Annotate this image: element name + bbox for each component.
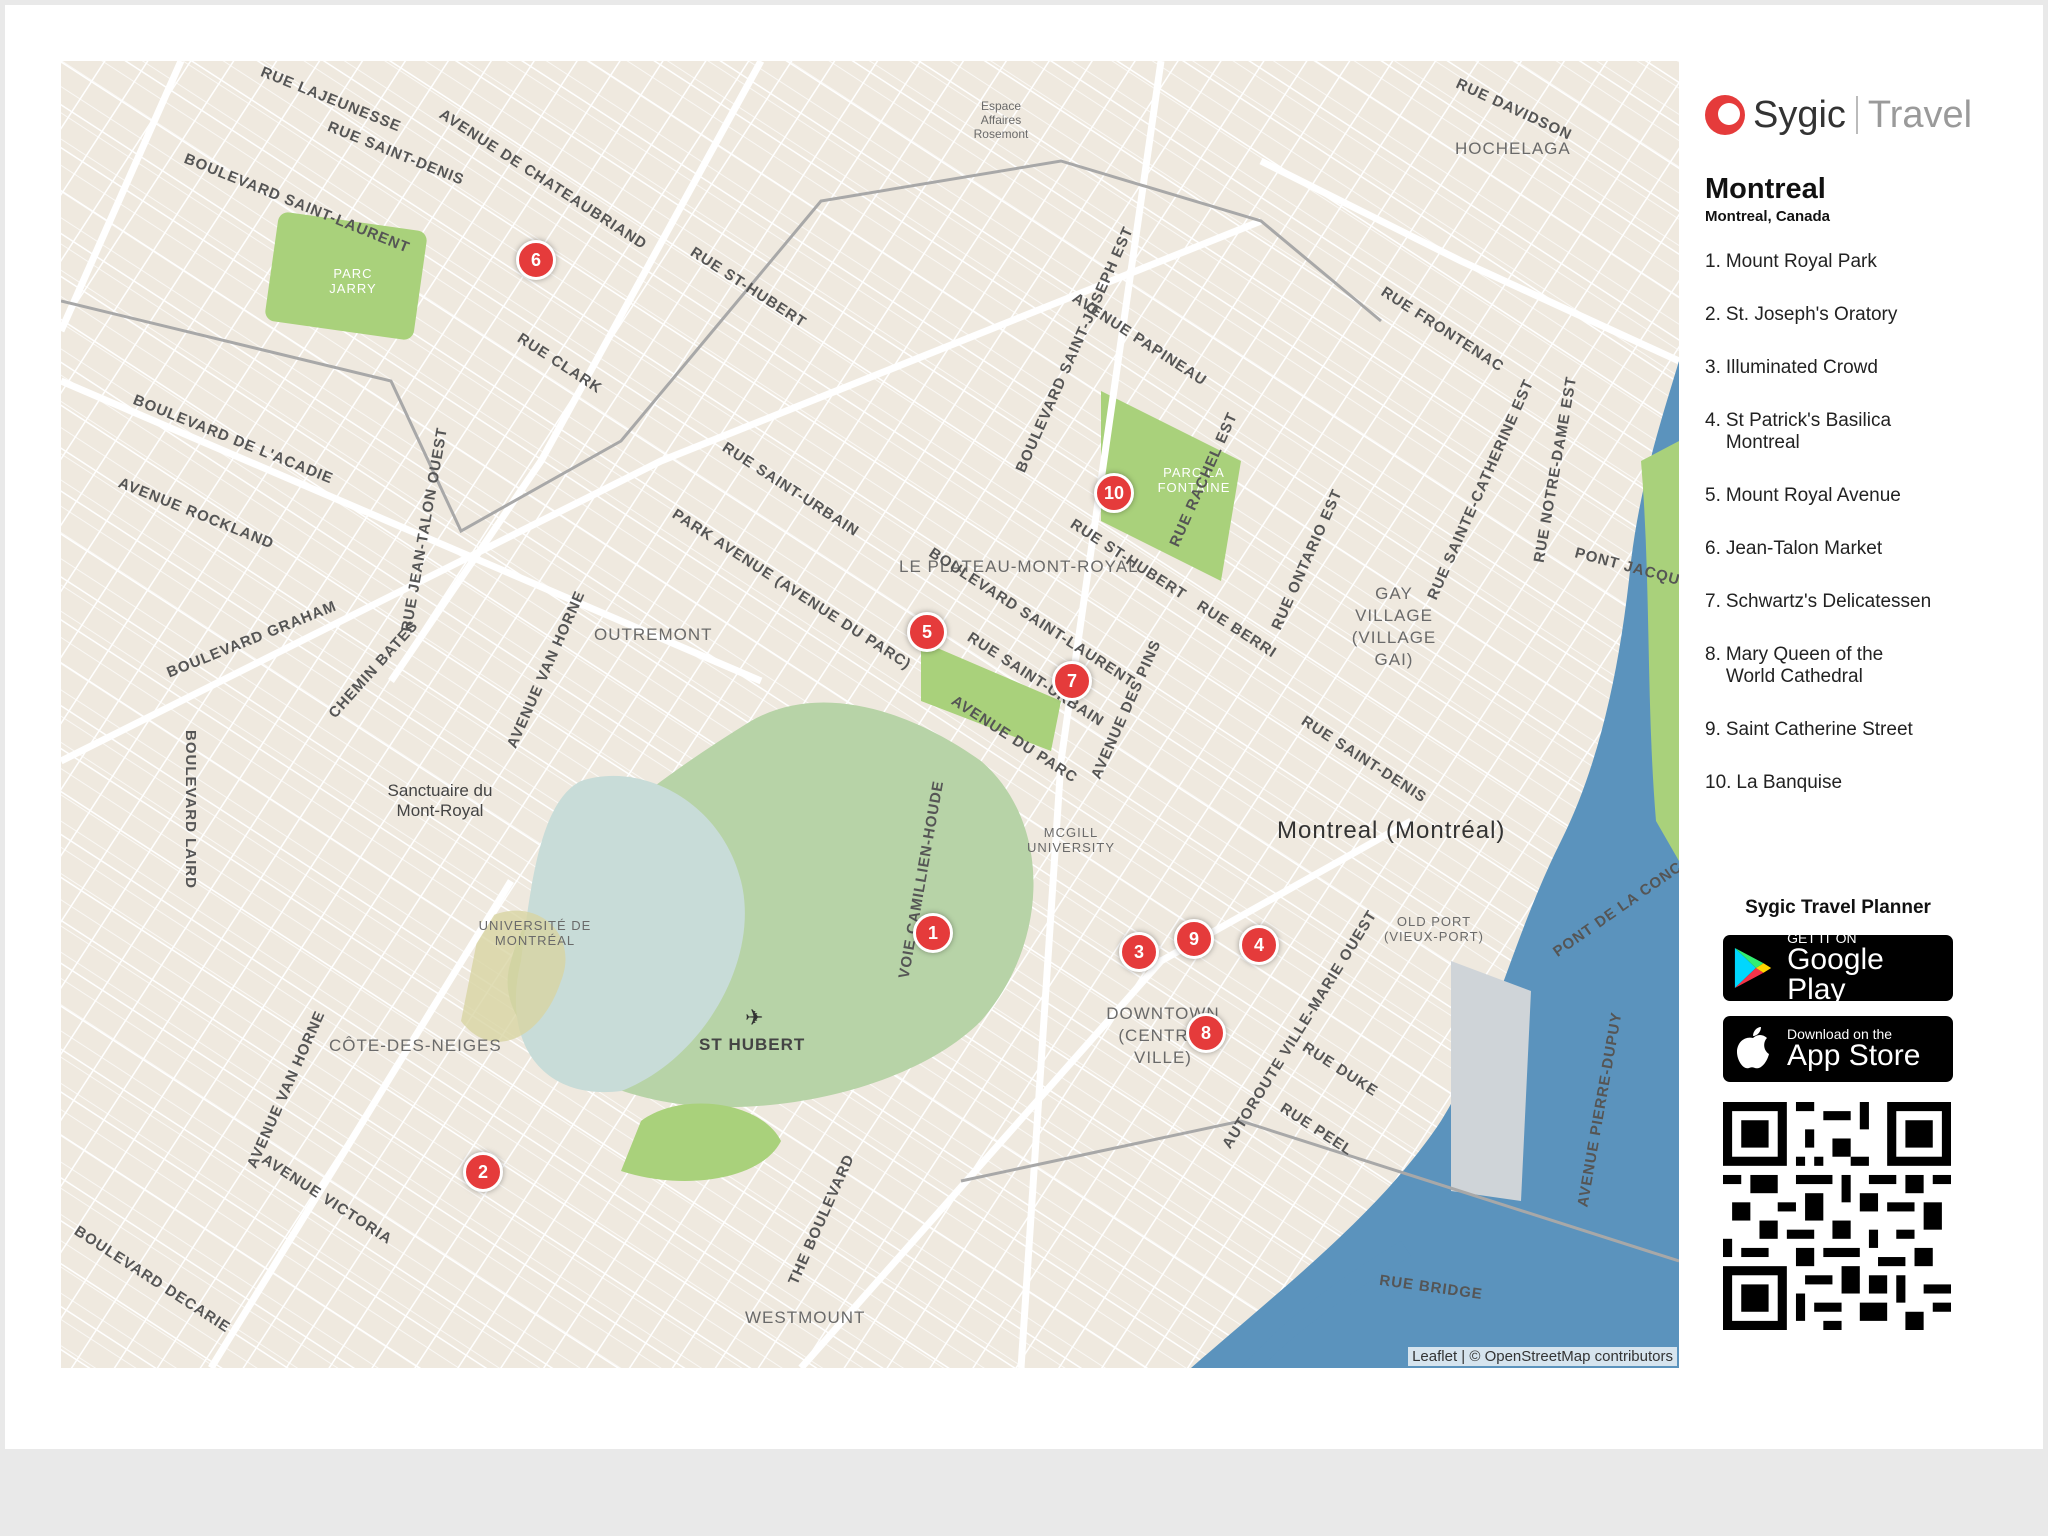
- area-label-mcgill: MCGILL UNIVERSITY: [1026, 825, 1115, 855]
- airplane-icon: ✈: [745, 1005, 764, 1030]
- poi-number: 3.: [1705, 357, 1721, 378]
- poi-marker-7[interactable]: 7: [1052, 661, 1092, 701]
- poi-list-item: 5. Mount Royal Avenue: [1705, 485, 1965, 507]
- poi-list-item: 1. Mount Royal Park: [1705, 251, 1965, 273]
- area-label-st-hubert: ST HUBERT: [699, 1035, 806, 1054]
- google-play-button[interactable]: GET IT ON Google Play: [1723, 931, 1953, 1005]
- map-base: [61, 61, 1679, 1368]
- poi-name: Illuminated Crowd: [1725, 357, 1878, 378]
- poi-marker-2[interactable]: 2: [463, 1152, 503, 1192]
- poi-name: Mary Queen of the World Cathedral: [1725, 644, 1884, 687]
- poi-marker-6[interactable]: 6: [516, 240, 556, 280]
- poi-number: 2.: [1705, 304, 1721, 325]
- poi-name: Mount Royal Park: [1725, 251, 1877, 272]
- area-label-cote-des-neiges: CÔTE-DES-NEIGES: [329, 1036, 502, 1055]
- poi-number: 10.: [1705, 772, 1732, 793]
- area-label-udem: UNIVERSITÉ DE MONTRÉAL: [478, 918, 592, 948]
- poi-marker-1[interactable]: 1: [913, 913, 953, 953]
- area-label-outremont: OUTREMONT: [594, 625, 713, 644]
- poi-list-item: 7. Schwartz's Delicatessen: [1705, 591, 1965, 613]
- planner-title: Sygic Travel Planner: [1745, 897, 1931, 918]
- area-label-parc-jarry: PARC JARRY: [329, 266, 377, 296]
- poi-number: 8.: [1705, 644, 1721, 665]
- app-store-button[interactable]: Download on the App Store: [1723, 1016, 1953, 1082]
- printable-map-sheet: LE PLATEAU-MONT-ROYAL OUTREMONT CÔTE-DES…: [5, 5, 2043, 1449]
- poi-name: Jean-Talon Market: [1725, 538, 1883, 559]
- sygic-logo-icon: [1705, 95, 1745, 135]
- poi-marker-3[interactable]: 3: [1119, 932, 1159, 972]
- map-view[interactable]: LE PLATEAU-MONT-ROYAL OUTREMONT CÔTE-DES…: [61, 61, 1679, 1368]
- apple-icon: [1737, 1027, 1769, 1069]
- area-label-sanctuaire: Sanctuaire du Mont-Royal: [387, 781, 493, 820]
- logo-sygic-text: Sygic: [1753, 93, 1846, 136]
- area-label-westmount: WESTMOUNT: [745, 1308, 866, 1327]
- poi-marker-9[interactable]: 9: [1174, 919, 1214, 959]
- poi-number: 5.: [1705, 485, 1721, 506]
- poi-list-item: 6. Jean-Talon Market: [1705, 538, 1965, 560]
- google-play-icon: [1734, 947, 1772, 989]
- poi-number: 4.: [1705, 410, 1721, 431]
- logo-travel-text: Travel: [1867, 93, 1973, 136]
- poi-number: 6.: [1705, 538, 1721, 559]
- poi-number: 1.: [1705, 251, 1721, 272]
- poi-marker-4[interactable]: 4: [1239, 925, 1279, 965]
- poi-list-item: 4. St Patrick's Basilica Montreal: [1705, 410, 1935, 454]
- google-play-big-text: Google Play: [1787, 943, 1884, 1006]
- app-store-big-text: App Store: [1787, 1039, 1921, 1072]
- area-label-hochelaga: HOCHELAGA: [1455, 139, 1571, 158]
- port-piers: [1451, 961, 1531, 1201]
- map-attribution[interactable]: Leaflet | © OpenStreetMap contributors: [1408, 1347, 1677, 1366]
- poi-list-item: 9. Saint Catherine Street: [1705, 719, 1965, 741]
- map-title: Montreal: [1705, 173, 1826, 205]
- city-label: Montreal (Montréal): [1277, 817, 1506, 844]
- poi-name: St. Joseph's Oratory: [1725, 304, 1898, 325]
- side-panel: Sygic Travel Montreal Montreal, Canada 1…: [1705, 85, 2005, 825]
- poi-marker-10[interactable]: 10: [1094, 473, 1134, 513]
- logo-divider: [1855, 96, 1858, 134]
- map-subtitle: Montreal, Canada: [1705, 208, 1831, 225]
- poi-list-item: 8. Mary Queen of the World Cathedral: [1705, 644, 1935, 688]
- planner-promo: Sygic Travel Planner GET IT ON Google Pl…: [1723, 897, 1953, 1097]
- poi-list: 1. Mount Royal Park 2. St. Joseph's Orator…: [1705, 251, 2005, 794]
- poi-list-item: 3. Illuminated Crowd: [1705, 357, 1965, 379]
- poi-list-item: 2. St. Joseph's Oratory: [1705, 304, 1965, 326]
- poi-name: Saint Catherine Street: [1725, 719, 1913, 740]
- poi-marker-8[interactable]: 8: [1186, 1013, 1226, 1053]
- poi-name: St Patrick's Basilica Montreal: [1725, 410, 1892, 453]
- poi-marker-5[interactable]: 5: [907, 612, 947, 652]
- area-label-old-port: OLD PORT (VIEUX-PORT): [1384, 914, 1484, 944]
- road-label-laird: BOULEVARD LAIRD: [181, 730, 199, 889]
- area-label-espace: Espace Affaires Rosemont: [973, 99, 1029, 141]
- poi-name: Schwartz's Delicatessen: [1725, 591, 1932, 612]
- poi-number: 9.: [1705, 719, 1721, 740]
- poi-name: La Banquise: [1736, 772, 1843, 793]
- poi-number: 7.: [1705, 591, 1721, 612]
- poi-list-item: 10. La Banquise: [1705, 772, 1965, 794]
- sygic-travel-logo: Sygic Travel: [1705, 85, 2005, 145]
- qr-code-icon[interactable]: [1723, 1102, 1951, 1330]
- poi-name: Mount Royal Avenue: [1725, 485, 1901, 506]
